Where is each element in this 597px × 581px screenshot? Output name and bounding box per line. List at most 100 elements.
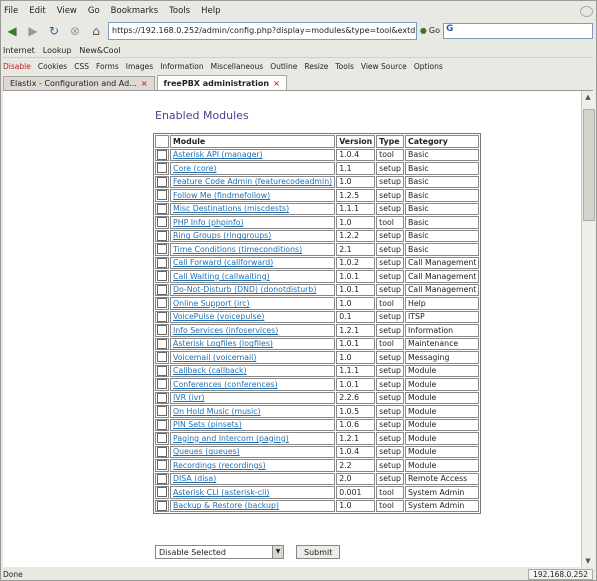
row-checkbox[interactable] — [157, 500, 167, 511]
scroll-down-icon[interactable]: ▼ — [584, 557, 592, 565]
module-link[interactable]: Online Support (irc) — [173, 299, 250, 308]
module-link[interactable]: On Hold Music (music) — [173, 407, 261, 416]
row-checkbox[interactable] — [157, 419, 167, 430]
menu-go[interactable]: Go — [87, 6, 101, 16]
search-input[interactable]: G — [443, 22, 593, 39]
row-checkbox[interactable] — [157, 149, 167, 160]
bookmark-lookup[interactable]: Lookup — [43, 46, 72, 55]
module-type: setup — [376, 189, 404, 202]
back-icon[interactable]: ◀ — [3, 22, 21, 40]
module-link[interactable]: Time Conditions (timeconditions) — [173, 245, 302, 254]
module-link[interactable]: Call Forward (callforward) — [173, 258, 273, 267]
devbar-miscellaneous[interactable]: Miscellaneous — [211, 62, 264, 71]
devbar-css[interactable]: CSS — [74, 62, 89, 71]
row-checkbox[interactable] — [157, 487, 167, 498]
devbar-view-source[interactable]: View Source — [361, 62, 407, 71]
module-type: setup — [376, 270, 404, 283]
row-checkbox[interactable] — [157, 460, 167, 471]
module-link[interactable]: VoicePulse (voicepulse) — [173, 312, 264, 321]
devbar-cookies[interactable]: Cookies — [38, 62, 67, 71]
row-checkbox[interactable] — [157, 230, 167, 241]
module-link[interactable]: IVR (ivr) — [173, 393, 205, 402]
menu-help[interactable]: Help — [200, 6, 221, 16]
action-select[interactable]: Disable Selected ▼ — [155, 545, 284, 559]
module-link[interactable]: Recordings (recordings) — [173, 461, 266, 470]
module-link[interactable]: Asterisk Logfiles (logfiles) — [173, 339, 273, 348]
url-bar[interactable]: https://192.168.0.252/admin/config.php?d… — [108, 21, 417, 40]
row-checkbox[interactable] — [157, 176, 167, 187]
module-link[interactable]: Backup & Restore (backup) — [173, 501, 279, 510]
row-checkbox[interactable] — [157, 257, 167, 268]
row-checkbox[interactable] — [157, 311, 167, 322]
menu-view[interactable]: View — [56, 6, 78, 16]
row-checkbox[interactable] — [157, 203, 167, 214]
row-checkbox[interactable] — [157, 325, 167, 336]
forward-icon[interactable]: ▶ — [24, 22, 42, 40]
module-link[interactable]: PIN Sets (pinsets) — [173, 420, 242, 429]
row-checkbox[interactable] — [157, 298, 167, 309]
devbar-resize[interactable]: Resize — [304, 62, 328, 71]
module-link[interactable]: Asterisk CLI (asterisk-cli) — [173, 488, 269, 497]
module-link[interactable]: Voicemail (voicemail) — [173, 353, 256, 362]
devbar-options[interactable]: Options — [414, 62, 443, 71]
module-link[interactable]: Ring Groups (ringgroups) — [173, 231, 271, 240]
close-icon[interactable]: × — [273, 79, 280, 88]
module-link[interactable]: PHP Info (phpinfo) — [173, 218, 244, 227]
devbar-information[interactable]: Information — [160, 62, 203, 71]
stop-icon[interactable]: ⊗ — [66, 22, 84, 40]
row-checkbox[interactable] — [157, 352, 167, 363]
vertical-scrollbar[interactable]: ▲ ▼ — [581, 91, 595, 567]
devbar-outline[interactable]: Outline — [270, 62, 297, 71]
module-link[interactable]: Call Waiting (callwaiting) — [173, 272, 270, 281]
row-checkbox[interactable] — [157, 365, 167, 376]
row-checkbox[interactable] — [157, 473, 167, 484]
devbar-tools[interactable]: Tools — [335, 62, 353, 71]
module-link[interactable]: Do-Not-Disturb (DND) (donotdisturb) — [173, 285, 316, 294]
module-link[interactable]: Asterisk API (manager) — [173, 150, 263, 159]
bookmark-internet[interactable]: Internet — [3, 46, 35, 55]
module-link[interactable]: Callback (callback) — [173, 366, 247, 375]
tab-freepbx[interactable]: freePBX administration × — [156, 75, 287, 90]
module-link[interactable]: Paging and Intercom (paging) — [173, 434, 289, 443]
row-checkbox[interactable] — [157, 433, 167, 444]
module-category: Basic — [404, 243, 480, 256]
devbar-disable[interactable]: Disable — [3, 62, 31, 71]
module-type: setup — [376, 378, 404, 391]
module-link[interactable]: Conferences (conferences) — [173, 380, 278, 389]
row-checkbox[interactable] — [157, 446, 167, 457]
module-link[interactable]: Misc Destinations (miscdests) — [173, 204, 289, 213]
tab-elastix[interactable]: Elastix - Configuration and Ad... × — [3, 76, 155, 90]
row-checkbox[interactable] — [157, 217, 167, 228]
scroll-up-icon[interactable]: ▲ — [584, 93, 592, 101]
module-link[interactable]: Follow Me (findmefollow) — [173, 191, 270, 200]
row-checkbox[interactable] — [157, 163, 167, 174]
devbar-images[interactable]: Images — [126, 62, 153, 71]
close-icon[interactable]: × — [141, 79, 148, 88]
module-version: 1.2.1 — [336, 324, 376, 337]
row-checkbox[interactable] — [157, 190, 167, 201]
bookmark-newcool[interactable]: New&Cool — [79, 46, 120, 55]
module-link[interactable]: Feature Code Admin (featurecodeadmin) — [173, 177, 332, 186]
menu-bookmarks[interactable]: Bookmarks — [110, 6, 160, 16]
module-link[interactable]: Queues (queues) — [173, 447, 240, 456]
menu-file[interactable]: File — [3, 6, 19, 16]
row-checkbox[interactable] — [157, 284, 167, 295]
scrollbar-thumb[interactable] — [583, 109, 595, 221]
menu-edit[interactable]: Edit — [28, 6, 46, 16]
module-link[interactable]: Info Services (infoservices) — [173, 326, 278, 335]
row-checkbox[interactable] — [157, 406, 167, 417]
row-checkbox[interactable] — [157, 338, 167, 349]
menu-tools[interactable]: Tools — [168, 6, 191, 16]
row-checkbox[interactable] — [157, 379, 167, 390]
submit-button[interactable]: Submit — [296, 545, 341, 559]
reload-icon[interactable]: ↻ — [45, 22, 63, 40]
devbar-forms[interactable]: Forms — [96, 62, 119, 71]
row-checkbox[interactable] — [157, 392, 167, 403]
row-checkbox[interactable] — [157, 244, 167, 255]
go-button[interactable]: ● Go — [420, 26, 440, 35]
home-icon[interactable]: ⌂ — [87, 22, 105, 40]
module-link[interactable]: Core (core) — [173, 164, 217, 173]
module-version: 1.0.1 — [336, 378, 376, 391]
module-link[interactable]: DISA (disa) — [173, 474, 216, 483]
row-checkbox[interactable] — [157, 271, 167, 282]
